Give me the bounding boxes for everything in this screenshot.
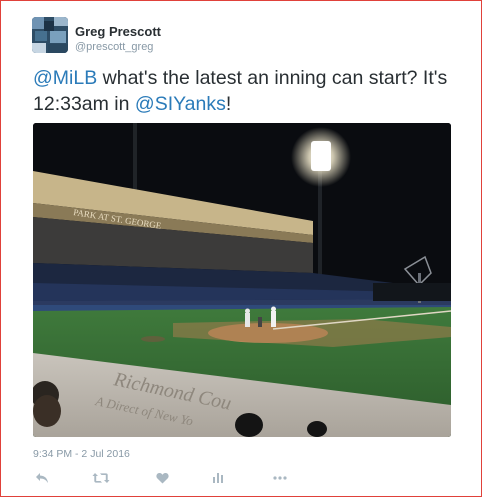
mention-siyanks[interactable]: @SIYanks (135, 93, 226, 115)
user-handle[interactable]: @prescott_greg (75, 41, 153, 53)
retweet-icon (92, 473, 110, 483)
analytics-button[interactable] (209, 469, 227, 487)
reply-icon (36, 473, 48, 483)
more-icon (273, 476, 287, 480)
mention-milb[interactable]: @MiLB (33, 67, 97, 89)
like-icon (155, 472, 169, 484)
tweet-card: Greg Prescott @prescott_greg @MiLB what'… (0, 0, 482, 497)
more-button[interactable] (271, 469, 289, 487)
tweet-photo[interactable]: PARK AT ST. GEORGE Richmond Cou A Direct… (33, 123, 451, 437)
reply-button[interactable] (33, 469, 51, 487)
user-name[interactable]: Greg Prescott (75, 24, 161, 39)
stadium-photo: PARK AT ST. GEORGE Richmond Cou A Direct… (33, 123, 451, 437)
user-avatar[interactable] (32, 17, 68, 53)
analytics-icon (213, 473, 223, 483)
like-button[interactable] (153, 469, 171, 487)
retweet-button[interactable] (92, 469, 110, 487)
tweet-text: @MiLB what's the latest an inning can st… (33, 65, 463, 117)
tweet-timestamp[interactable]: 9:34 PM - 2 Jul 2016 (33, 448, 130, 460)
tweet-text-end: ! (225, 93, 232, 115)
